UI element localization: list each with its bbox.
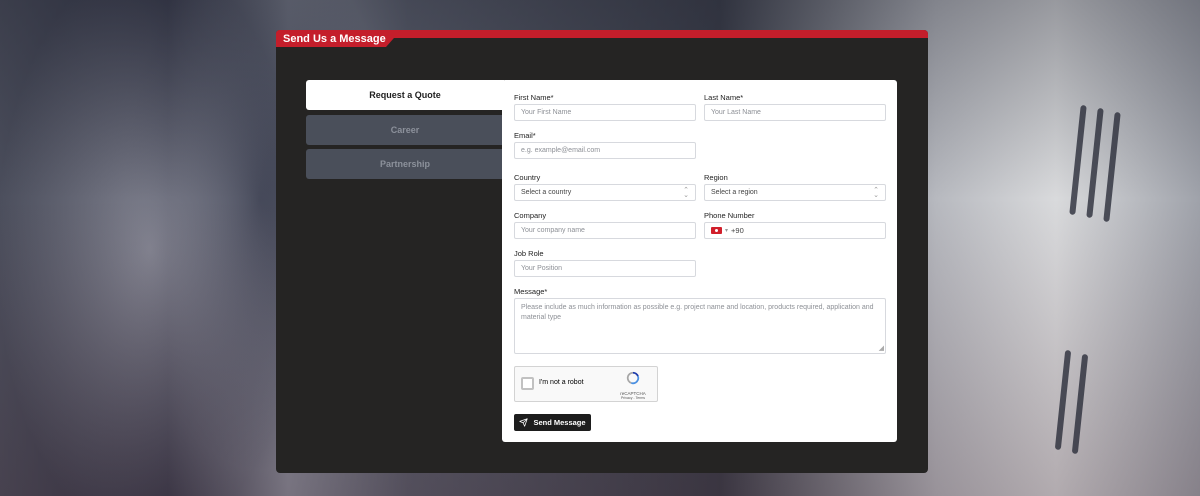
country-label: Country — [514, 173, 541, 182]
send-icon — [519, 418, 529, 427]
send-message-label: Send Message — [533, 418, 586, 427]
tab-request-a-quote[interactable]: Request a Quote — [306, 80, 504, 110]
phone-country-code: +90 — [731, 226, 744, 235]
country-select-value: Select a country — [521, 189, 572, 196]
panel-header: Send Us a Message — [276, 30, 928, 47]
company-field[interactable]: Your company name — [514, 222, 696, 239]
recaptcha-label: I'm not a robot — [539, 379, 584, 386]
message-textarea[interactable]: Please include as much information as po… — [514, 298, 886, 354]
job-role-field[interactable]: Your Position — [514, 260, 696, 277]
first-name-field[interactable]: Your First Name — [514, 104, 696, 121]
chevron-down-icon: ▾ — [725, 228, 729, 234]
recaptcha-links[interactable]: Privacy - Terms — [615, 396, 651, 400]
email-field[interactable]: e.g. example@email.com — [514, 142, 696, 159]
send-message-button[interactable]: Send Message — [514, 414, 591, 431]
country-select[interactable]: Select a country ⌃ ⌄ — [514, 184, 696, 201]
message-placeholder: Please include as much information as po… — [521, 304, 874, 321]
select-arrows-icon: ⌃ ⌄ — [683, 187, 689, 199]
form-card: First Name* Your First Name Last Name* Y… — [502, 80, 897, 442]
last-name-field[interactable]: Your Last Name — [704, 104, 886, 121]
select-arrows-icon: ⌃ ⌄ — [873, 187, 879, 199]
message-label: Message* — [514, 287, 548, 296]
contact-panel: Send Us a Message Request a Quote Career… — [276, 30, 928, 473]
recaptcha-checkbox[interactable] — [521, 377, 534, 390]
phone-label: Phone Number — [704, 211, 755, 220]
panel-title: Send Us a Message — [283, 33, 386, 45]
tab-partnership[interactable]: Partnership — [306, 149, 504, 179]
region-select-value: Select a region — [711, 189, 758, 196]
job-role-label: Job Role — [514, 249, 544, 258]
phone-field[interactable]: ▾ +90 — [704, 222, 886, 239]
tr-flag-icon[interactable] — [711, 227, 722, 234]
company-label: Company — [514, 211, 547, 220]
first-name-label: First Name* — [514, 93, 554, 102]
recaptcha-logo: reCAPTCHA Privacy - Terms — [615, 371, 651, 400]
recaptcha-widget: I'm not a robot reCAPTCHA Privacy - Term… — [514, 366, 658, 402]
recaptcha-icon — [626, 371, 640, 385]
region-label: Region — [704, 173, 728, 182]
region-select[interactable]: Select a region ⌃ ⌄ — [704, 184, 886, 201]
resize-grip-icon[interactable]: ◢ — [879, 345, 884, 352]
tab-career[interactable]: Career — [306, 115, 504, 145]
last-name-label: Last Name* — [704, 93, 744, 102]
email-label: Email* — [514, 131, 536, 140]
